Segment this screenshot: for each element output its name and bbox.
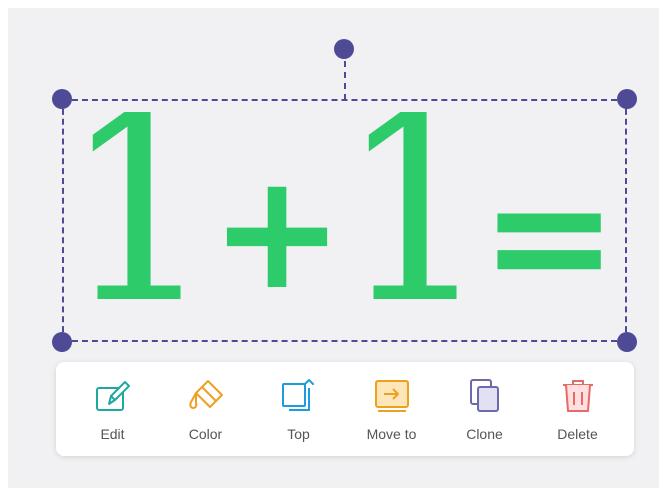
formula-second-operand: 1 <box>340 112 491 334</box>
clone-button[interactable]: Clone <box>441 376 529 442</box>
pencil-icon <box>93 376 133 416</box>
formula-operator: + <box>210 138 345 325</box>
move-to-icon <box>372 376 412 416</box>
color-button-label: Color <box>188 426 223 442</box>
top-button[interactable]: Top <box>255 376 343 442</box>
formula-first-operand: 1 <box>70 112 215 334</box>
resize-handle-bottom-right[interactable] <box>617 332 637 352</box>
bring-to-top-icon <box>279 376 319 416</box>
edit-button[interactable]: Edit <box>69 376 157 442</box>
resize-handle-top-right[interactable] <box>617 89 637 109</box>
edit-button-label: Edit <box>100 426 125 442</box>
delete-button[interactable]: Delete <box>534 376 622 442</box>
color-button[interactable]: Color <box>162 376 250 442</box>
formula-equals-sign: = <box>480 140 619 332</box>
formula-text-object[interactable]: 1 + 1 = <box>70 112 620 334</box>
move-to-button-label: Move to <box>366 426 417 442</box>
paint-bucket-icon <box>186 376 226 416</box>
clone-icon <box>465 376 505 416</box>
object-toolbar: Edit Color Top Move to Clone Delete <box>56 362 634 456</box>
delete-button-label: Delete <box>557 426 598 442</box>
resize-handle-top-left[interactable] <box>52 89 72 109</box>
resize-handle-bottom-left[interactable] <box>52 332 72 352</box>
clone-button-label: Clone <box>466 426 503 442</box>
trash-icon <box>558 376 598 416</box>
rotate-handle[interactable] <box>334 39 354 59</box>
top-button-label: Top <box>287 426 310 442</box>
move-to-button[interactable]: Move to <box>348 376 436 442</box>
